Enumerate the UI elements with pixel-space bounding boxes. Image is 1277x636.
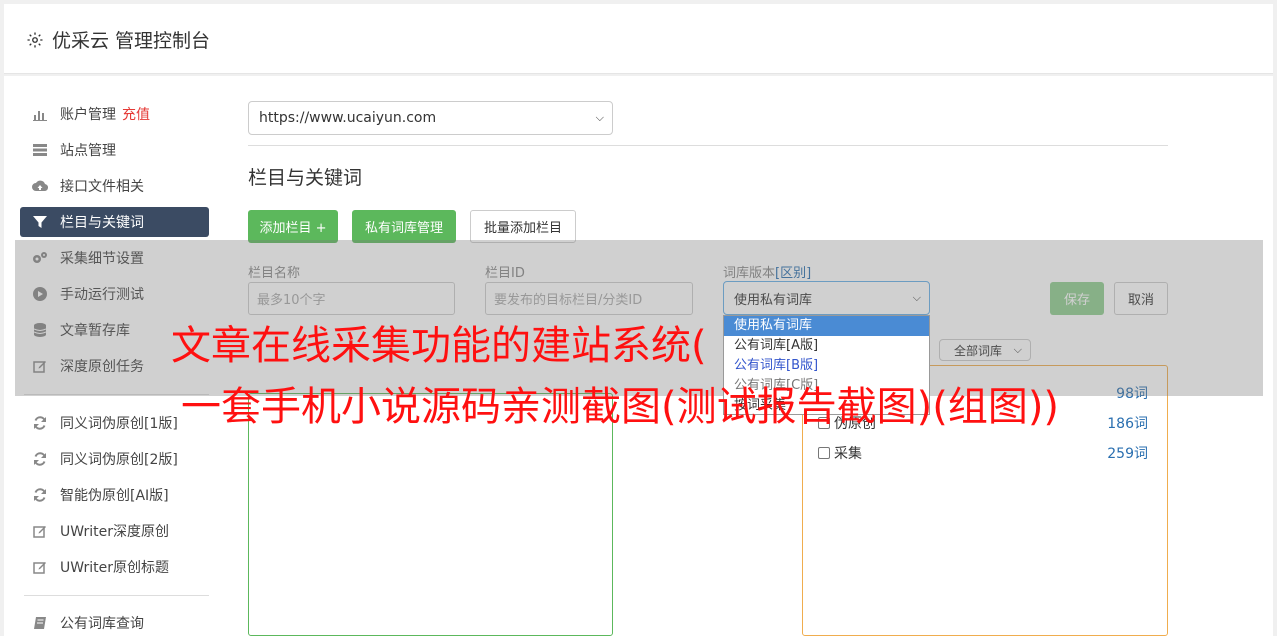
- sidebar-item-columns-keywords[interactable]: 栏目与关键词: [20, 207, 209, 237]
- section-title: 栏目与关键词: [248, 167, 363, 189]
- dropdown-option[interactable]: 公有词库[A版]: [724, 336, 929, 356]
- sidebar-item-uwriter-title[interactable]: UWriter原创标题: [20, 552, 209, 582]
- sidebar-item-label: UWriter深度原创: [60, 524, 169, 540]
- watermark-line-2: 一套手机小说源码亲测截图(测试报告截图)(组图)): [181, 384, 1060, 430]
- add-column-button[interactable]: 添加栏目 +: [248, 210, 338, 243]
- site-select-value: https://www.ucaiyun.com: [259, 110, 437, 126]
- refresh-icon: [32, 451, 48, 467]
- sidebar-item-label: 栏目与关键词: [60, 215, 144, 231]
- sidebar-item-uwriter-deep[interactable]: UWriter深度原创: [20, 516, 209, 546]
- section-divider: [248, 145, 1168, 146]
- sidebar-item-account[interactable]: 账户管理 充值: [20, 99, 209, 129]
- refresh-icon: [32, 415, 48, 431]
- keyword-lib-label: 采集: [834, 446, 862, 462]
- site-select[interactable]: https://www.ucaiyun.com ⌵: [248, 101, 613, 135]
- sidebar-item-label: 公有词库查询: [60, 616, 144, 632]
- header: 优采云 管理控制台: [4, 4, 1273, 74]
- dropdown-option[interactable]: 使用私有词库: [724, 316, 929, 336]
- cloud-upload-icon: [32, 178, 48, 194]
- gear-icon: [27, 32, 43, 47]
- app-title: 优采云 管理控制台: [26, 26, 210, 53]
- book-icon: [32, 615, 48, 631]
- refresh-icon: [32, 487, 48, 503]
- sidebar-item-synonym-v2[interactable]: 同义词伪原创[2版]: [20, 444, 209, 474]
- watermark-line-1: 文章在线采集功能的建站系统(: [171, 323, 707, 369]
- sidebar-item-interface[interactable]: 接口文件相关: [20, 171, 209, 201]
- watermark-band: [15, 240, 1263, 396]
- sidebar-item-label: 智能伪原创[AI版]: [60, 488, 169, 504]
- app-title-text: 优采云 管理控制台: [52, 30, 211, 52]
- sidebar-item-sites[interactable]: 站点管理: [20, 135, 209, 165]
- private-lib-button[interactable]: 私有词库管理: [352, 210, 456, 243]
- dropdown-option[interactable]: 公有词库[B版]: [724, 356, 929, 376]
- checkbox[interactable]: [818, 447, 830, 459]
- recharge-link[interactable]: 充值: [122, 104, 150, 124]
- sidebar-item-label: 同义词伪原创[1版]: [60, 416, 178, 432]
- server-icon: [32, 142, 48, 158]
- batch-add-button[interactable]: 批量添加栏目: [470, 210, 576, 243]
- keyword-count: 259词: [1107, 446, 1148, 462]
- sidebar-item-label: 接口文件相关: [60, 179, 144, 195]
- sidebar-item-ai-original[interactable]: 智能伪原创[AI版]: [20, 480, 209, 510]
- keyword-count: 186词: [1107, 416, 1148, 432]
- edit-icon: [32, 559, 48, 575]
- filter-icon: [32, 214, 48, 230]
- sidebar-divider: [24, 595, 209, 596]
- sidebar-item-label: 账户管理: [60, 107, 116, 123]
- sidebar-item-label: UWriter原创标题: [60, 560, 169, 576]
- sidebar-item-label: 站点管理: [60, 143, 116, 159]
- chevron-down-icon: ⌵: [595, 111, 604, 124]
- sidebar-item-label: 同义词伪原创[2版]: [60, 452, 178, 468]
- edit-icon: [32, 523, 48, 539]
- bar-chart-icon: [32, 106, 48, 122]
- keyword-lib-row[interactable]: 采集 259词: [818, 443, 1148, 463]
- sidebar-item-public-lib[interactable]: 公有词库查询: [20, 608, 209, 636]
